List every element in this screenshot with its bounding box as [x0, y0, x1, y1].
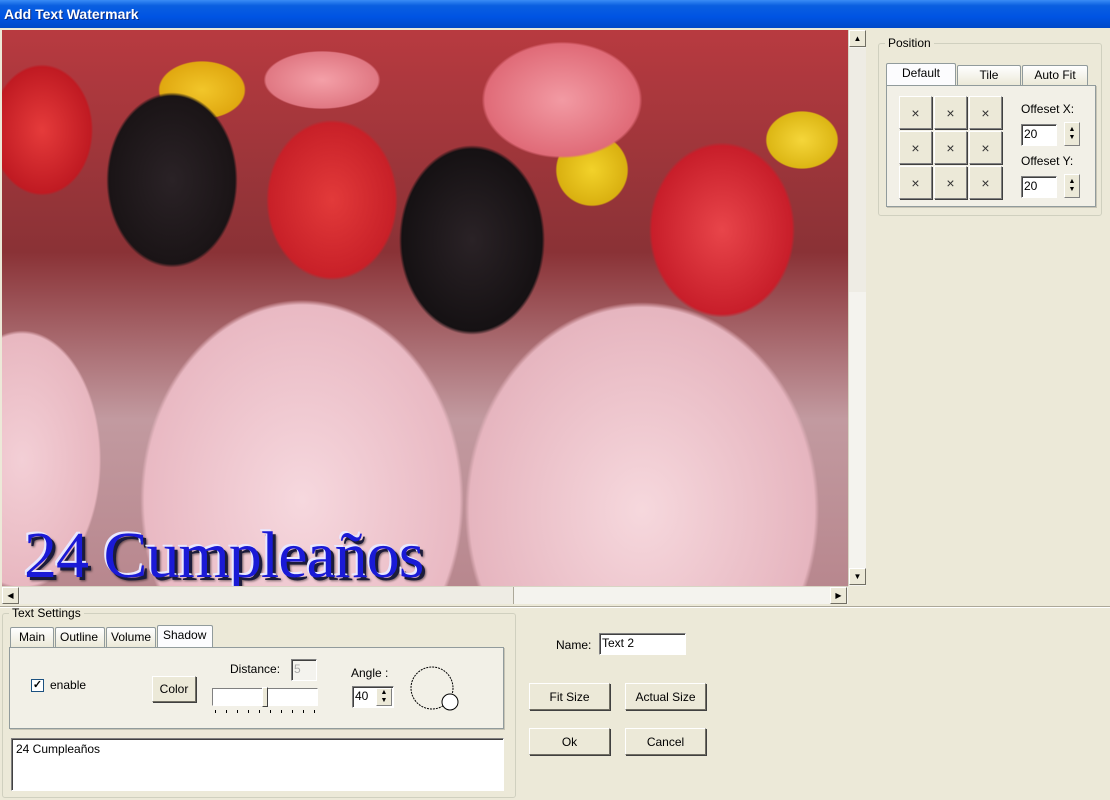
spin-up-icon[interactable]: ▲: [1069, 126, 1076, 134]
anchor-bottom-center-button[interactable]: ×: [934, 166, 967, 199]
anchor-bottom-right-button[interactable]: ×: [969, 166, 1002, 199]
offset-y-label: Offeset Y:: [1021, 154, 1074, 168]
fit-size-button[interactable]: Fit Size: [529, 683, 610, 710]
scroll-right-button[interactable]: ▶: [830, 587, 847, 604]
tab-outline[interactable]: Outline: [55, 627, 105, 647]
image-preview[interactable]: 24 Cumpleaños: [2, 30, 848, 586]
spin-down-icon[interactable]: ▼: [381, 697, 388, 705]
arrow-left-icon: ◀: [7, 591, 14, 600]
text-settings-tabs: Main Outline Volume Shadow: [10, 625, 214, 647]
anchor-bottom-left-button[interactable]: ×: [899, 166, 932, 199]
offset-y-spinner[interactable]: ▲ ▼: [1064, 174, 1080, 198]
horizontal-scrollbar[interactable]: ◀ ▶: [2, 586, 848, 604]
tab-tile[interactable]: Tile: [957, 65, 1021, 85]
scrollbar-corner: [848, 586, 866, 604]
watermark-text-input[interactable]: 24 Cumpleaños: [11, 738, 504, 791]
tab-default[interactable]: Default: [886, 63, 956, 85]
check-icon: ✓: [32, 679, 43, 691]
cancel-button[interactable]: Cancel: [625, 728, 706, 755]
tab-auto-fit[interactable]: Auto Fit: [1022, 65, 1088, 85]
distance-label: Distance:: [230, 662, 281, 676]
window-title-bar: Add Text Watermark: [0, 0, 1110, 28]
scroll-up-button[interactable]: ▲: [849, 30, 866, 47]
tab-volume[interactable]: Volume: [106, 627, 156, 647]
anchor-middle-right-button[interactable]: ×: [969, 131, 1002, 164]
spin-up-icon[interactable]: ▲: [1069, 178, 1076, 186]
offset-x-input[interactable]: 20: [1021, 124, 1057, 146]
position-tabs: Default Tile Auto Fit: [886, 63, 1089, 85]
anchor-top-center-button[interactable]: ×: [934, 96, 967, 129]
offset-x-spinner[interactable]: ▲ ▼: [1064, 122, 1080, 146]
arrow-right-icon: ▶: [835, 591, 842, 600]
arrow-down-icon: ▼: [853, 572, 862, 581]
anchor-top-left-button[interactable]: ×: [899, 96, 932, 129]
shadow-enable-label[interactable]: enable: [50, 678, 86, 692]
angle-label: Angle :: [351, 666, 389, 680]
arrow-up-icon: ▲: [853, 34, 862, 43]
spin-down-icon[interactable]: ▼: [1069, 134, 1076, 142]
offset-x-label: Offeset X:: [1021, 102, 1075, 116]
offset-y-input[interactable]: 20: [1021, 176, 1057, 198]
spin-down-icon[interactable]: ▼: [1069, 186, 1076, 194]
angle-dial[interactable]: [408, 664, 464, 716]
angle-dial-handle[interactable]: [441, 693, 459, 711]
actual-size-button[interactable]: Actual Size: [625, 683, 706, 710]
tab-shadow[interactable]: Shadow: [157, 625, 213, 647]
ok-button[interactable]: Ok: [529, 728, 610, 755]
position-anchor-grid: × × × × × × × × ×: [899, 96, 1002, 199]
horizontal-scroll-thumb[interactable]: [20, 587, 514, 604]
right-pane: Position Default Tile Auto Fit × × × × ×…: [870, 28, 1110, 606]
name-input[interactable]: Text 2: [599, 633, 686, 655]
tab-main[interactable]: Main: [10, 627, 54, 647]
scroll-left-button[interactable]: ◀: [2, 587, 19, 604]
text-settings-legend: Text Settings: [12, 606, 81, 620]
position-legend: Position: [888, 36, 931, 50]
distance-input[interactable]: 5: [291, 659, 317, 681]
distance-slider-ticks: [215, 710, 315, 713]
anchor-middle-left-button[interactable]: ×: [899, 131, 932, 164]
anchor-center-button[interactable]: ×: [934, 131, 967, 164]
anchor-top-right-button[interactable]: ×: [969, 96, 1002, 129]
vertical-scrollbar[interactable]: ▲ ▼: [848, 30, 866, 586]
vertical-scroll-thumb[interactable]: [849, 48, 866, 292]
window-title: Add Text Watermark: [4, 6, 139, 22]
distance-slider-thumb[interactable]: [262, 687, 268, 707]
spin-up-icon[interactable]: ▲: [381, 689, 388, 697]
shadow-color-button[interactable]: Color: [152, 676, 196, 702]
watermark-text-preview[interactable]: 24 Cumpleaños: [24, 518, 424, 586]
shadow-enable-checkbox[interactable]: ✓: [31, 679, 44, 692]
name-label: Name:: [556, 638, 592, 652]
angle-spinner[interactable]: ▲ ▼: [376, 688, 392, 706]
scroll-down-button[interactable]: ▼: [849, 568, 866, 585]
